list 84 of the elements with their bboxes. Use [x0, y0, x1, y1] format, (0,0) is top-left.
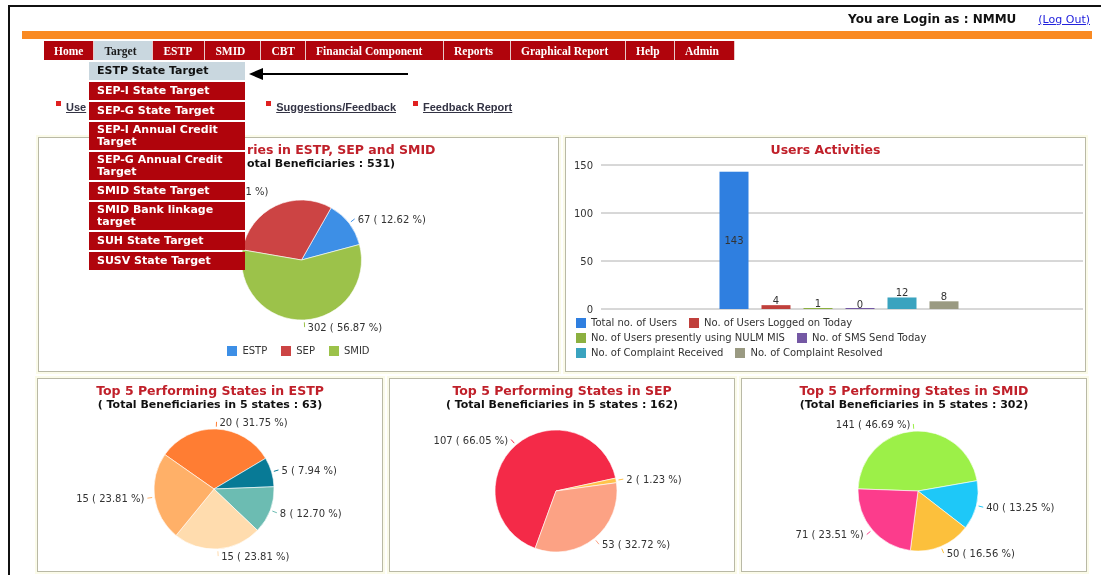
login-status: You are Login as : NMMU [848, 12, 1017, 26]
legend-label[interactable]: No. of Complaint Received [591, 347, 724, 358]
logout-link[interactable]: (Log Out) [1038, 12, 1090, 26]
leader-line [303, 321, 306, 328]
link[interactable]: Suggestions/Feedback [276, 101, 396, 113]
menu-tab[interactable]: Admin [675, 41, 736, 60]
chart-title: ries in ESTP, SEP and SMID [247, 142, 436, 157]
data-label: 5 ( 7.94 %) [281, 465, 337, 476]
legend-label[interactable]: SMID [343, 345, 370, 356]
data-label: 1 %) [245, 186, 269, 197]
leader-line [217, 550, 219, 557]
leader-line [350, 218, 356, 223]
data-label: 2 ( 1.23 %) [626, 474, 682, 486]
dropdown-item[interactable]: SEP-I State Target [89, 82, 245, 100]
menu-tab[interactable]: ESTP [153, 41, 206, 60]
leader-line [510, 439, 515, 444]
legend-label[interactable]: No. of SMS Send Today [811, 332, 927, 343]
menu-tab[interactable]: Reports [444, 41, 512, 60]
menu-tab[interactable]: Target [94, 41, 154, 60]
data-label: 8 ( 12.70 %) [279, 507, 342, 519]
data-label: 143 [724, 235, 744, 247]
bullet-icon [266, 100, 272, 106]
data-label: 0 [856, 299, 864, 310]
dropdown-item[interactable]: SEP-G State Target [89, 102, 245, 120]
data-label: 12 [895, 287, 909, 299]
data-label: 15 ( 23.81 %) [76, 493, 145, 505]
axis-label: 150 [573, 160, 593, 171]
chart-title: Top 5 Performing States in SMID [799, 383, 1029, 398]
chart-title: Top 5 Performing States in ESTP [96, 383, 324, 398]
chart-subtitle: (Total Beneficiaries in 5 states : 302) [799, 398, 1029, 411]
data-label: 53 ( 32.72 %) [601, 539, 671, 551]
leader-line [978, 505, 984, 508]
legend-label[interactable]: ESTP [242, 345, 268, 356]
chart-subtitle: ( Total Beneficiaries in 5 states : 162) [445, 398, 679, 411]
legend-label[interactable]: Total no. of Users [591, 317, 677, 328]
leader-line [271, 510, 278, 514]
leader-line [618, 478, 624, 481]
axis-label: 0 [586, 304, 593, 315]
leader-line [215, 421, 217, 428]
data-label: 71 ( 23.51 %) [795, 529, 864, 541]
dropdown-item[interactable]: SMID State Target [89, 182, 245, 200]
data-label: 1 [814, 298, 822, 310]
data-label: 302 ( 56.87 %) [307, 322, 383, 334]
axis-label: 50 [580, 256, 593, 267]
data-label: 107 ( 66.05 %) [433, 434, 509, 446]
legend-label[interactable]: No. of Users presently using NULM MIS [591, 332, 785, 343]
leader-line [595, 539, 600, 545]
legend-label[interactable]: SEP [296, 345, 315, 356]
leader-line [912, 423, 915, 430]
legend-label[interactable]: No. of Complaint Resolved [750, 347, 883, 358]
legend-label[interactable]: No. of Users Logged on Today [704, 317, 853, 328]
link[interactable]: Use [66, 101, 87, 113]
leader-line [866, 530, 871, 535]
menu-tab[interactable]: Home [44, 41, 95, 60]
chart-subtitle: ( Total Beneficiaries in 5 states : 63) [97, 398, 323, 411]
dropdown-item[interactable]: ESTP State Target [89, 62, 245, 80]
chart-title: Users Activities [770, 142, 881, 157]
data-label: 8 [940, 291, 948, 303]
chart-subtitle: otal Beneficiaries : 531) [247, 157, 396, 170]
data-label: 50 ( 16.56 %) [946, 548, 1015, 560]
dropdown-item[interactable]: SMID Bank linkage target [89, 202, 245, 230]
axis-label: 100 [573, 208, 593, 219]
dropdown-item[interactable]: SUSV State Target [89, 252, 245, 270]
dropdown-item[interactable]: SEP-G Annual Credit Target [89, 152, 245, 180]
menu-tab[interactable]: Graphical Report [511, 41, 627, 60]
data-label: 40 ( 13.25 %) [986, 502, 1055, 514]
leader-line [146, 497, 153, 499]
leader-line [273, 469, 279, 472]
bullet-icon [56, 100, 61, 106]
menu-tab[interactable]: SMID [205, 41, 262, 60]
data-label: 141 ( 46.69 %) [835, 418, 911, 430]
data-label: 67 ( 12.62 %) [357, 213, 426, 225]
data-label: 15 ( 23.81 %) [221, 551, 290, 563]
dropdown-item[interactable]: SEP-I Annual Credit Target [89, 122, 245, 150]
chart-title: Top 5 Performing States in SEP [452, 383, 672, 398]
leader-line [941, 548, 945, 554]
dropdown-item[interactable]: SUH State Target [89, 232, 245, 250]
menu-tab[interactable]: Help [626, 41, 676, 60]
bullet-icon [413, 100, 418, 106]
data-label: 20 ( 31.75 %) [219, 416, 288, 428]
link[interactable]: Feedback Report [423, 101, 513, 113]
menu-tab[interactable]: Financial Component [306, 41, 445, 60]
data-label: 4 [772, 295, 780, 307]
menu-tab[interactable]: CBT [261, 41, 307, 60]
